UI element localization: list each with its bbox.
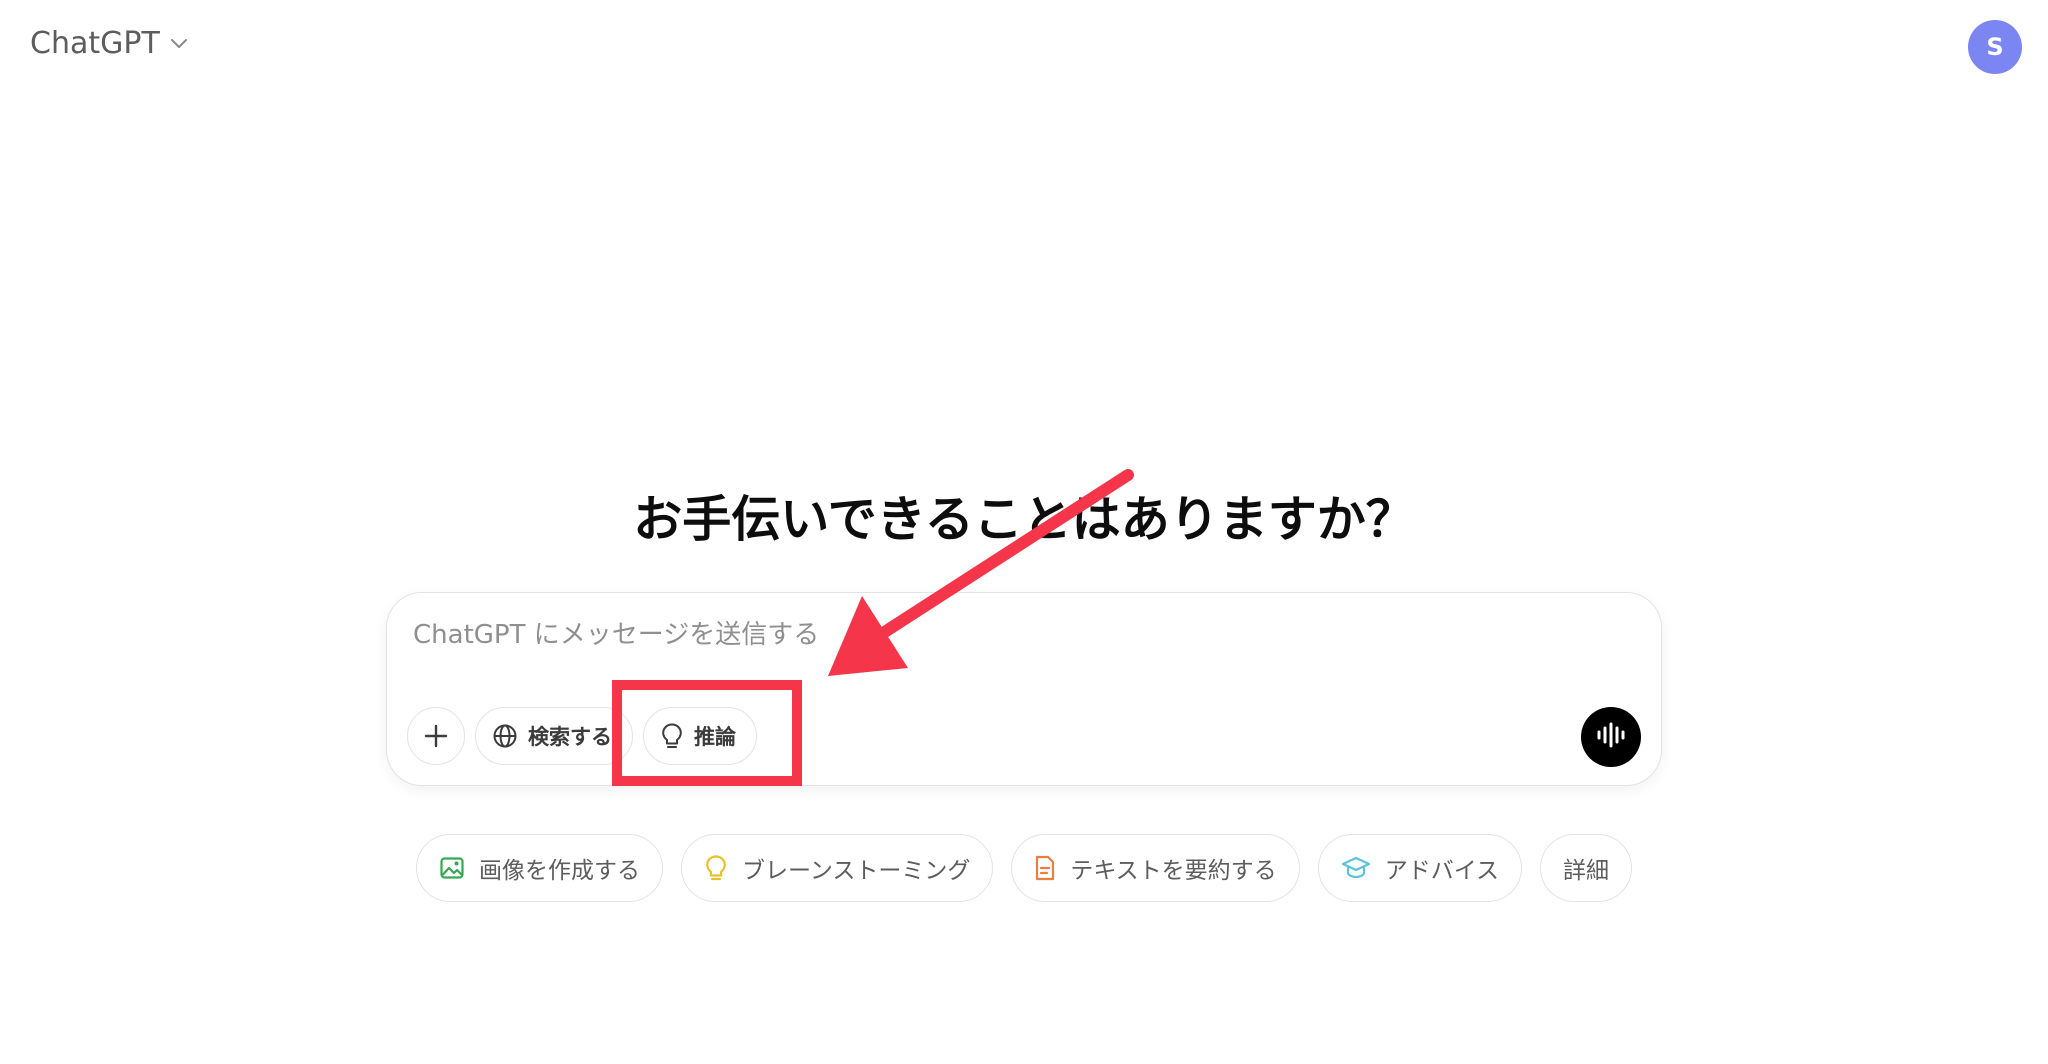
suggestion-label: 画像を作成する [478, 858, 640, 884]
document-icon [1034, 854, 1056, 882]
model-switcher[interactable]: ChatGPT [30, 26, 188, 61]
suggestion-label: ブレーンストーミング [741, 858, 971, 884]
suggestion-label: テキストを要約する [1070, 858, 1277, 884]
voice-waveform-icon [1596, 722, 1626, 752]
search-button-label: 検索する [528, 725, 612, 749]
plus-icon [423, 723, 449, 749]
lightbulb-icon [704, 854, 728, 882]
suggestion-summarize-text[interactable]: テキストを要約する [1011, 834, 1300, 902]
image-icon [439, 855, 465, 881]
composer-toolbar: 検索する 推論 [407, 707, 757, 765]
message-composer: 検索する 推論 [386, 592, 1662, 786]
suggestion-advice[interactable]: アドバイス [1317, 834, 1522, 902]
suggestion-label: アドバイス [1384, 858, 1499, 884]
globe-icon [492, 723, 518, 749]
suggestion-create-image[interactable]: 画像を作成する [415, 834, 663, 902]
reason-button[interactable]: 推論 [643, 707, 757, 765]
avatar-initial: S [1986, 33, 2004, 61]
suggestion-brainstorm[interactable]: ブレーンストーミング [680, 834, 994, 902]
message-input[interactable] [413, 615, 1563, 655]
add-attachment-button[interactable] [407, 707, 465, 765]
user-avatar[interactable]: S [1968, 20, 2022, 74]
suggestion-chips: 画像を作成する ブレーンストーミング テキストを要約する アドバイス 詳細 [0, 834, 2048, 902]
voice-mode-button[interactable] [1581, 707, 1641, 767]
page-title: お手伝いできることはありますか？ [633, 491, 1415, 548]
chatgpt-home: ChatGPT S お手伝いできることはありますか？ ChatGPT にメッセー… [0, 0, 2048, 1064]
reason-button-label: 推論 [694, 725, 736, 749]
suggestion-label: 詳細 [1563, 858, 1609, 884]
lightbulb-icon [660, 722, 684, 750]
graduation-cap-icon [1341, 855, 1371, 881]
search-button[interactable]: 検索する [475, 707, 633, 765]
suggestion-more[interactable]: 詳細 [1540, 834, 1632, 902]
model-name: ChatGPT [30, 26, 160, 61]
chevron-down-icon [170, 38, 188, 50]
